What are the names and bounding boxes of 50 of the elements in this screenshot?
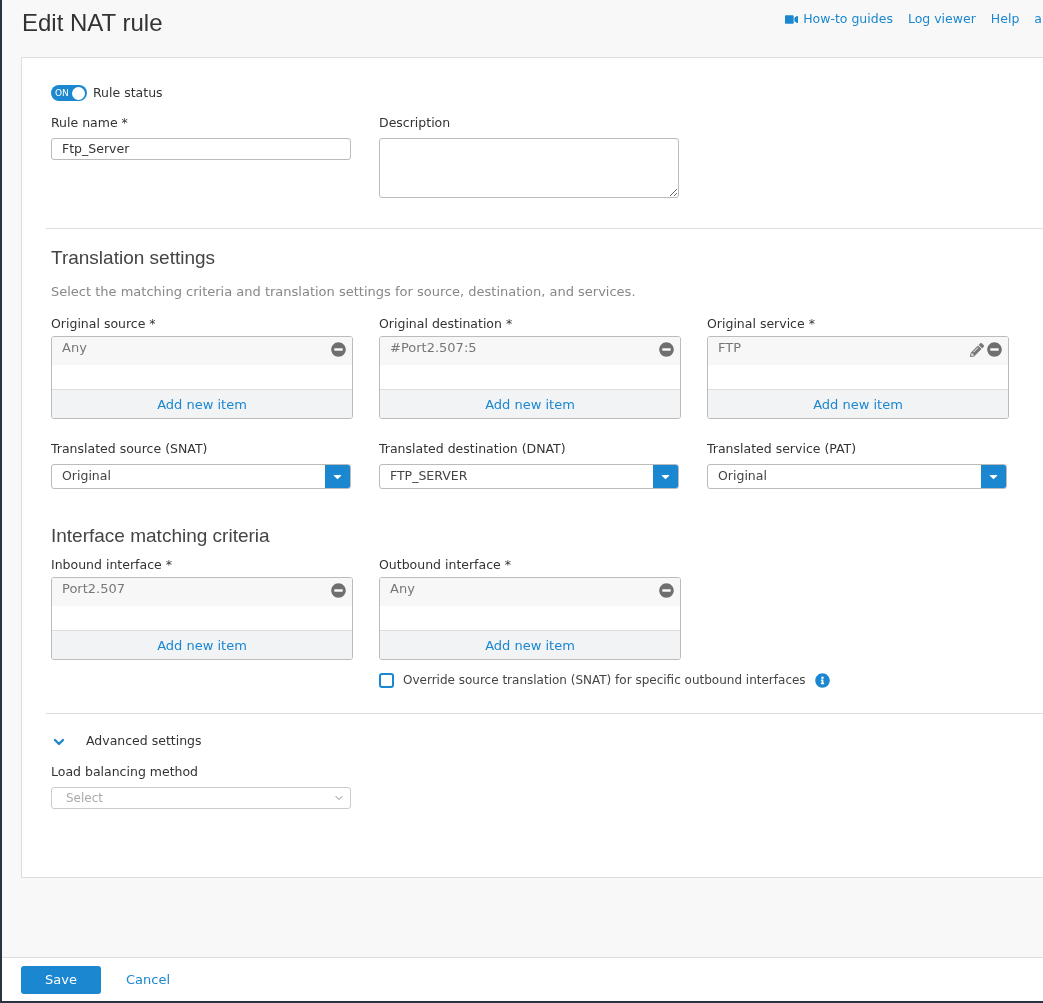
cancel-link[interactable]: Cancel	[126, 969, 171, 990]
field-label: Rule name *	[51, 113, 129, 132]
field-label: Translated source (SNAT)	[51, 440, 209, 459]
list-item[interactable]: Port2.507	[52, 578, 352, 607]
checkbox[interactable]	[379, 672, 394, 688]
remove-icon[interactable]	[659, 342, 674, 358]
info-icon[interactable]	[814, 672, 830, 688]
video-icon	[785, 12, 799, 26]
dropdown[interactable]: Original	[707, 464, 1007, 489]
select-field[interactable]: Select	[51, 786, 351, 809]
field-label: Outbound interface *	[379, 555, 512, 574]
list-item[interactable]: FTP	[708, 337, 1008, 366]
list-item[interactable]: Any	[380, 578, 680, 607]
field-label: Load balancing method	[51, 763, 200, 781]
add-item-button[interactable]: Add new item	[52, 630, 352, 660]
header-link[interactable]: How-to guides	[785, 10, 893, 29]
remove-icon[interactable]	[331, 583, 346, 599]
header-link[interactable]: a	[1034, 10, 1042, 29]
remove-icon[interactable]	[987, 342, 1002, 358]
add-item-button[interactable]: Add new item	[380, 630, 680, 660]
add-item-button[interactable]: Add new item	[380, 389, 680, 419]
toggle-switch[interactable]: ON	[51, 85, 87, 102]
save-button[interactable]: Save	[21, 965, 101, 994]
field-label: Original source *	[51, 314, 157, 333]
page-title: Edit NAT rule	[22, 8, 163, 38]
description-field[interactable]	[379, 137, 679, 198]
checkbox-label: Override source translation (SNAT) for specific outbound interfaces	[403, 672, 806, 690]
list-item[interactable]: Any	[52, 337, 352, 366]
section-title: Interface matching criteria	[51, 524, 271, 548]
toggle-label: Rule status	[93, 84, 163, 102]
field-label: Translated destination (DNAT)	[379, 440, 567, 459]
field-label: Translated service (PAT)	[707, 440, 858, 459]
remove-icon[interactable]	[331, 342, 346, 358]
add-item-button[interactable]: Add new item	[52, 389, 352, 419]
edit-icon[interactable]	[970, 342, 984, 357]
field-label: Original service *	[707, 314, 816, 333]
field-label: Description	[379, 113, 452, 132]
section-title: Translation settings	[51, 245, 217, 270]
add-item-button[interactable]: Add new item	[708, 389, 1008, 419]
rule-name-field[interactable]: Ftp_Server	[51, 137, 351, 160]
dropdown[interactable]: FTP_SERVER	[379, 464, 679, 489]
section-description: Select the matching criteria and translation settings for source, destination, and services.	[51, 283, 637, 301]
header-link[interactable]: Log viewer	[907, 10, 976, 29]
remove-icon[interactable]	[659, 583, 674, 599]
section-toggle[interactable]: Advanced settings	[86, 732, 202, 751]
list-item[interactable]: #Port2.507:5	[380, 337, 680, 366]
field-label: Original destination *	[379, 314, 514, 333]
field-label: Inbound interface *	[51, 555, 173, 574]
header-link[interactable]: Help	[990, 10, 1020, 29]
dropdown[interactable]: Original	[51, 464, 351, 489]
